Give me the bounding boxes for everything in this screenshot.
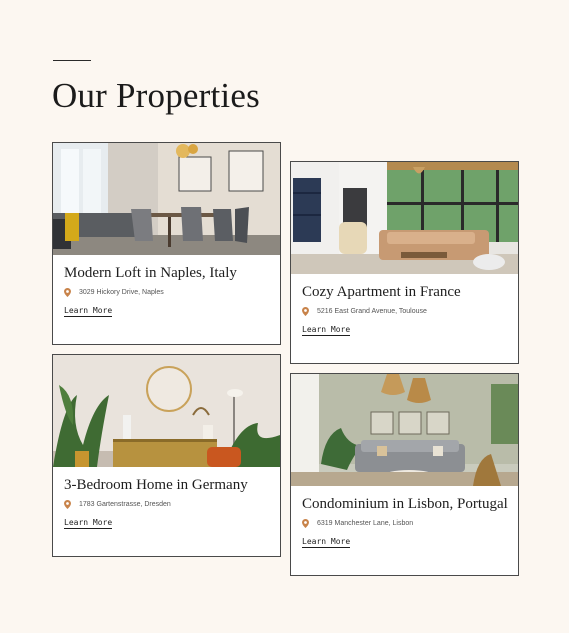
property-address: 3029 Hickory Drive, Naples bbox=[64, 288, 269, 297]
address-text: 5216 East Grand Avenue, Toulouse bbox=[317, 308, 427, 315]
property-card-france[interactable]: Cozy Apartment in France 5216 East Grand… bbox=[290, 161, 519, 364]
location-pin-icon bbox=[302, 519, 309, 528]
property-address: 5216 East Grand Avenue, Toulouse bbox=[302, 307, 507, 316]
address-text: 1783 Gartenstrasse, Dresden bbox=[79, 501, 171, 508]
address-text: 3029 Hickory Drive, Naples bbox=[79, 289, 164, 296]
property-card-germany[interactable]: 3-Bedroom Home in Germany 1783 Gartenstr… bbox=[52, 354, 281, 557]
sideboard-plants-photo[interactable] bbox=[53, 355, 280, 467]
property-title: Condominium in Lisbon, Portugal bbox=[302, 496, 508, 512]
property-card-lisbon[interactable]: Condominium in Lisbon, Portugal 6319 Man… bbox=[290, 373, 519, 576]
location-pin-icon bbox=[64, 288, 71, 297]
property-card-naples[interactable]: Modern Loft in Naples, Italy 3029 Hickor… bbox=[52, 142, 281, 345]
property-address: 6319 Manchester Lane, Lisbon bbox=[302, 519, 507, 528]
section-divider bbox=[53, 60, 91, 61]
dining-room-photo[interactable] bbox=[53, 143, 280, 255]
learn-more-link[interactable]: Learn More bbox=[302, 325, 351, 336]
learn-more-link[interactable]: Learn More bbox=[64, 306, 113, 317]
address-text: 6319 Manchester Lane, Lisbon bbox=[317, 520, 414, 527]
living-room-photo[interactable] bbox=[291, 162, 518, 274]
learn-more-link[interactable]: Learn More bbox=[64, 518, 113, 529]
location-pin-icon bbox=[64, 500, 71, 509]
learn-more-link[interactable]: Learn More bbox=[302, 537, 351, 548]
location-pin-icon bbox=[302, 307, 309, 316]
property-title: Cozy Apartment in France bbox=[302, 284, 461, 300]
property-title: Modern Loft in Naples, Italy bbox=[64, 265, 237, 281]
lounge-photo[interactable] bbox=[291, 374, 518, 486]
property-title: 3-Bedroom Home in Germany bbox=[64, 477, 248, 493]
page-title: Our Properties bbox=[52, 76, 260, 115]
property-address: 1783 Gartenstrasse, Dresden bbox=[64, 500, 269, 509]
